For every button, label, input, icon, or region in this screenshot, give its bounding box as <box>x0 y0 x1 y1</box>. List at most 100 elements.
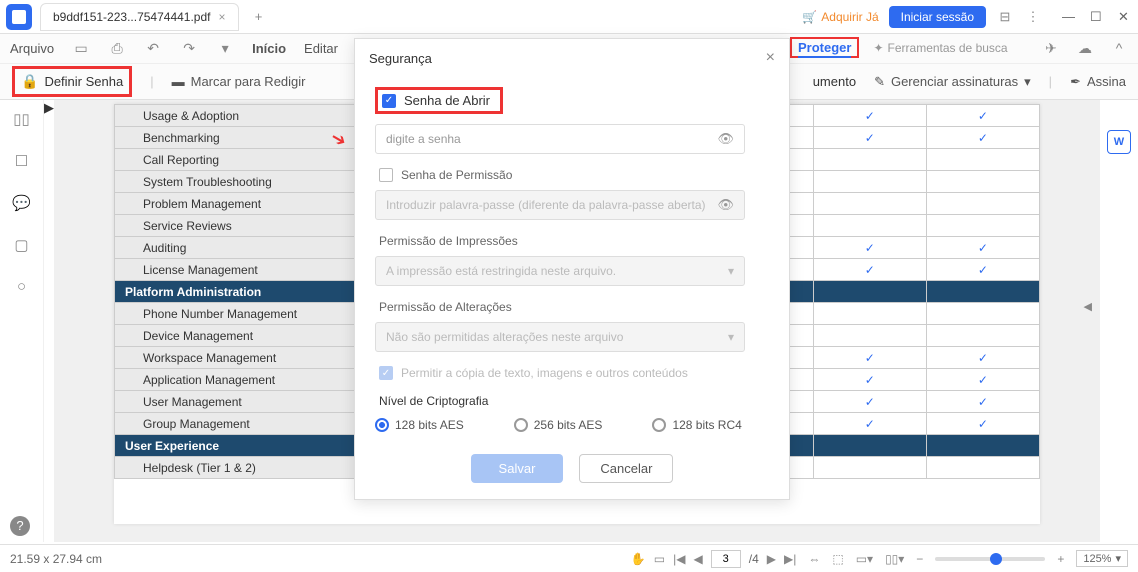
thumbnails-icon[interactable]: ▯▯ <box>13 110 30 128</box>
menu-editar[interactable]: Editar <box>304 41 338 56</box>
word-export-icon[interactable]: W <box>1107 130 1131 154</box>
row-label: User Management <box>115 391 365 413</box>
help-icon[interactable]: ? <box>10 516 30 536</box>
row-label: License Management <box>115 259 365 281</box>
row-label: Device Management <box>115 325 365 347</box>
hand-tool-icon[interactable]: ✋ <box>631 552 646 566</box>
acquire-link[interactable]: 🛒 Adquirir Já <box>802 10 878 24</box>
zoom-in-icon[interactable]: + <box>1057 552 1064 566</box>
prev-page-icon[interactable]: ◀ <box>694 552 703 566</box>
send-icon[interactable]: ✈ <box>1042 40 1060 57</box>
menu-proteger-highlighted[interactable]: Proteger <box>790 37 859 58</box>
nivel-cripto-label: Nível de Criptografia <box>379 394 769 408</box>
section-header: User Experience <box>115 435 365 457</box>
print-icon[interactable]: ⎙ <box>108 40 126 57</box>
view-mode-icon[interactable]: ▭▾ <box>856 552 873 566</box>
kebab-icon[interactable]: ⋮ <box>1024 8 1042 26</box>
row-label: Phone Number Management <box>115 303 365 325</box>
new-tab-button[interactable]: + <box>247 5 271 29</box>
cancel-button[interactable]: Cancelar <box>579 454 673 483</box>
row-label: Group Management <box>115 413 365 435</box>
perm-alter-label: Permissão de Alterações <box>379 300 769 314</box>
undo-icon[interactable]: ↶ <box>144 40 162 57</box>
zoom-slider[interactable] <box>935 557 1045 561</box>
dialog-title: Segurança <box>369 51 432 66</box>
menu-arquivo[interactable]: Arquivo <box>10 41 54 56</box>
redo-icon[interactable]: ↷ <box>180 40 198 57</box>
checkbox-senha-permissao[interactable] <box>379 168 393 182</box>
maximize-icon[interactable]: ☐ <box>1090 9 1104 25</box>
bookmark-icon[interactable]: ☐ <box>15 152 28 170</box>
comment-icon[interactable]: 💬 <box>12 194 31 212</box>
document-tab[interactable]: b9ddf151-223...75474441.pdf × <box>40 3 239 31</box>
app-icon <box>6 4 32 30</box>
search-icon[interactable]: ○ <box>17 278 26 295</box>
dropdown-icon[interactable]: ▾ <box>216 40 234 57</box>
perm-impress-label: Permissão de Impressões <box>379 234 769 248</box>
close-tab-icon[interactable]: × <box>218 10 225 24</box>
encryption-radios: 128 bits AES 256 bits AES 128 bits RC4 <box>375 418 769 432</box>
senha-permissao-row[interactable]: Senha de Permissão <box>379 168 769 182</box>
radio-128-aes[interactable]: 128 bits AES <box>375 418 464 432</box>
assinar-button[interactable]: ✒ Assina <box>1070 74 1126 90</box>
login-button[interactable]: Iniciar sessão <box>889 6 986 28</box>
row-label: Usage & Adoption <box>115 105 365 127</box>
radio-icon <box>514 418 528 432</box>
toggle-icon[interactable]: ⊟ <box>996 8 1014 26</box>
chevron-down-icon: ▾ <box>1115 552 1121 565</box>
pen-icon: ✒ <box>1070 74 1081 90</box>
tab-filename: b9ddf151-223...75474441.pdf <box>53 10 210 24</box>
open-password-input[interactable]: digite a senha 👁 <box>375 124 745 154</box>
last-page-icon[interactable]: ▶| <box>784 552 796 566</box>
right-expand-handle[interactable]: ◀ <box>1084 300 1092 313</box>
row-label: Workspace Management <box>115 347 365 369</box>
print-permission-select: A impressão está restringida neste arqui… <box>375 256 745 286</box>
radio-256-aes[interactable]: 256 bits AES <box>514 418 603 432</box>
gerenciar-assinaturas-button[interactable]: ✎ Gerenciar assinaturas ▾ <box>874 74 1031 90</box>
status-bar: 21.59 x 27.94 cm ✋ ▭ |◀ ◀ /4 ▶ ▶| ⇔ ⬚ ▭▾… <box>0 544 1138 572</box>
permission-password-input: Introduzir palavra-passe (diferente da p… <box>375 190 745 220</box>
cart-icon: 🛒 <box>802 10 817 24</box>
zoom-out-icon[interactable]: − <box>916 552 923 566</box>
radio-icon <box>375 418 389 432</box>
radio-128-rc4[interactable]: 128 bits RC4 <box>652 418 741 432</box>
row-label: Problem Management <box>115 193 365 215</box>
fit-page-icon[interactable]: ⬚ <box>832 552 843 566</box>
open-icon[interactable]: ▭ <box>72 40 90 57</box>
checkbox-permitir-copia: ✓ <box>379 366 393 380</box>
chevron-down-icon: ▾ <box>1024 74 1031 90</box>
partial-umento-label[interactable]: umento <box>813 74 856 89</box>
layout-icon[interactable]: ▯▯▾ <box>885 552 904 566</box>
first-page-icon[interactable]: |◀ <box>673 552 685 566</box>
select-tool-icon[interactable]: ▭ <box>654 552 665 566</box>
menu-inicio[interactable]: Início <box>252 41 286 56</box>
signature-icon: ✎ <box>874 74 885 90</box>
marcar-redigir-button[interactable]: ▬ Marcar para Redigir <box>172 74 306 89</box>
eye-icon[interactable]: 👁 <box>717 131 734 147</box>
dialog-close-icon[interactable]: × <box>766 49 775 67</box>
change-permission-select: Não são permitidas alterações neste arqu… <box>375 322 745 352</box>
row-label: System Troubleshooting <box>115 171 365 193</box>
close-window-icon[interactable]: ✕ <box>1118 9 1132 25</box>
sparkle-icon: ✦ <box>873 41 883 55</box>
row-label: Application Management <box>115 369 365 391</box>
attachment-icon[interactable]: ▢ <box>14 236 28 254</box>
definir-senha-button-highlighted[interactable]: 🔒 Definir Senha <box>12 66 132 97</box>
menu-ferramentas[interactable]: ✦ Ferramentas de busca <box>873 41 1007 55</box>
title-bar: b9ddf151-223...75474441.pdf × + 🛒 Adquir… <box>0 0 1138 34</box>
checkbox-senha-abrir-checked[interactable]: ✓ <box>382 94 396 108</box>
zoom-value[interactable]: 125%▾ <box>1076 550 1128 567</box>
fit-width-icon[interactable]: ⇔ <box>808 552 820 566</box>
left-sidebar: ▯▯ ☐ 💬 ▢ ○ <box>0 100 44 542</box>
cloud-icon[interactable]: ☁ <box>1076 40 1094 57</box>
minimize-icon[interactable]: — <box>1062 9 1076 25</box>
left-expand-handle[interactable]: ▶ <box>44 100 54 542</box>
row-label: Helpdesk (Tier 1 & 2) <box>115 457 365 479</box>
save-button[interactable]: Salvar <box>471 454 564 483</box>
collapse-icon[interactable]: ^ <box>1110 40 1128 57</box>
next-page-icon[interactable]: ▶ <box>767 552 776 566</box>
senha-abrir-highlighted[interactable]: ✓ Senha de Abrir <box>375 87 503 114</box>
chevron-down-icon: ▾ <box>728 330 734 344</box>
page-number-input[interactable] <box>711 550 741 568</box>
section-header: Platform Administration <box>115 281 365 303</box>
